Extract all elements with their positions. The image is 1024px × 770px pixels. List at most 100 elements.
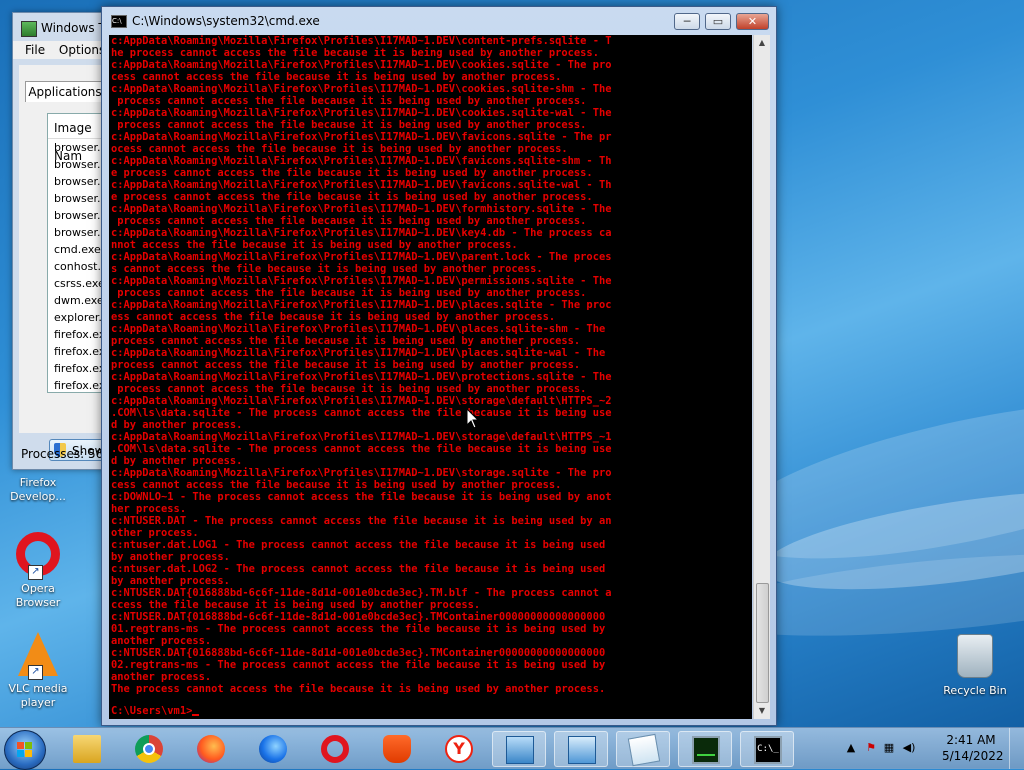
console-text: c:AppData\Roaming\Mozilla\Firefox\Profil… [109, 35, 752, 695]
task-manager-icon [692, 736, 720, 764]
brave-lion-icon [383, 735, 411, 763]
cmd-icon: C:\ [111, 15, 127, 28]
console-line: c:AppData\Roaming\Mozilla\Firefox\Profil… [111, 347, 606, 359]
taskbar-firefox-developer[interactable] [246, 731, 300, 767]
desktop-icon-label: VLC media player [8, 682, 68, 709]
task-manager-title: Windows T [41, 21, 106, 35]
console-line: other process. [111, 527, 199, 539]
command-prompt[interactable]: C:\Users\vm1> [111, 705, 200, 717]
volume-icon[interactable]: ◀) [902, 741, 916, 755]
console-line: c:DOWNLO~1 - The process cannot access t… [111, 491, 612, 503]
firefox-icon [197, 735, 225, 763]
desktop-icon-label: Firefox Develop... [10, 476, 66, 503]
recycle-bin-icon [951, 634, 999, 682]
scroll-up-arrow-icon[interactable]: ▲ [754, 35, 770, 51]
task-manager-icon [21, 21, 37, 37]
console-line: process cannot access the file because i… [111, 215, 587, 227]
start-button[interactable] [4, 730, 46, 770]
clock-date: 5/14/2022 [942, 749, 1004, 763]
console-line: another process. [111, 671, 212, 683]
console-line: ess cannot access the file because it is… [111, 311, 556, 323]
minimize-button[interactable]: ─ [674, 13, 700, 30]
console-line: process cannot access the file because i… [111, 119, 587, 131]
menu-options[interactable]: Options [59, 43, 105, 57]
vertical-scrollbar[interactable]: ▲ ▼ [753, 35, 770, 719]
scroll-down-arrow-icon[interactable]: ▼ [754, 703, 770, 719]
console-line: he process cannot access the file becaus… [111, 47, 599, 59]
opera-icon: ↗ [14, 532, 62, 580]
console-line: by another process. [111, 575, 230, 587]
console-line: d by another process. [111, 455, 243, 467]
console-line: c:AppData\Roaming\Mozilla\Firefox\Profil… [111, 371, 612, 383]
taskbar-brave[interactable] [370, 731, 424, 767]
taskbar-chrome[interactable] [122, 731, 176, 767]
taskbar-notepad[interactable] [616, 731, 670, 767]
desktop-icon-opera[interactable]: ↗ Opera Browser [0, 530, 76, 610]
chrome-icon [135, 735, 163, 763]
show-hidden-icons-icon[interactable]: ▲ [844, 741, 858, 755]
console-line: c:AppData\Roaming\Mozilla\Firefox\Profil… [111, 395, 612, 407]
notification-area: ▲ ⚑ ▦ ◀) 2:41 AM 5/14/2022 [840, 728, 1024, 769]
console-line: c:ntuser.dat.LOG2 - The process cannot a… [111, 563, 606, 575]
console-line: c:NTUSER.DAT{016888bd-6c6f-11de-8d1d-001… [111, 587, 612, 599]
console-line: .COM\ls\data.sqlite - The process cannot… [111, 407, 612, 419]
yandex-icon: Y [445, 735, 473, 763]
console-line: c:AppData\Roaming\Mozilla\Firefox\Profil… [111, 179, 612, 191]
console-line: c:AppData\Roaming\Mozilla\Firefox\Profil… [111, 131, 612, 143]
firefox-developer-icon [259, 735, 287, 763]
taskbar-cmd[interactable]: C:\_ [740, 731, 794, 767]
show-desktop-button[interactable] [1009, 728, 1024, 769]
scrollbar-thumb[interactable] [756, 583, 769, 703]
folder-icon [73, 735, 101, 763]
windows-logo-icon [17, 742, 33, 758]
console-line: ocess cannot access the file because it … [111, 143, 568, 155]
process-count-status: Processes: 56 [21, 447, 104, 461]
desktop-icon-label: Opera Browser [15, 582, 61, 609]
desktop-icon-recycle-bin[interactable]: Recycle Bin [936, 630, 1014, 698]
console-line: cess cannot access the file because it i… [111, 479, 562, 491]
taskbar-opera[interactable] [308, 731, 362, 767]
taskbar-explorer[interactable] [60, 731, 114, 767]
network-icon[interactable]: ▦ [882, 741, 896, 755]
console-line: by another process. [111, 551, 230, 563]
taskbar-control-panel[interactable] [492, 731, 546, 767]
console-line: The process cannot access the file becau… [111, 683, 606, 695]
console-line: c:AppData\Roaming\Mozilla\Firefox\Profil… [111, 323, 606, 335]
taskbar: Y C:\_ ▲ ⚑ ▦ ◀) 2:41 AM 5/14/2022 [0, 727, 1024, 770]
clock[interactable]: 2:41 AM 5/14/2022 [942, 732, 1004, 764]
menu-file[interactable]: File [25, 43, 45, 57]
console-line: c:AppData\Roaming\Mozilla\Firefox\Profil… [111, 83, 612, 95]
console-line: c:AppData\Roaming\Mozilla\Firefox\Profil… [111, 107, 612, 119]
maximize-button[interactable]: ▭ [705, 13, 731, 30]
action-center-flag-icon[interactable]: ⚑ [864, 741, 878, 755]
cmd-title: C:\Windows\system32\cmd.exe [132, 14, 320, 28]
console-line: e process cannot access the file because… [111, 191, 593, 203]
cmd-titlebar[interactable]: C:\ C:\Windows\system32\cmd.exe ─ ▭ ✕ [102, 7, 776, 35]
console-line: c:AppData\Roaming\Mozilla\Firefox\Profil… [111, 35, 612, 47]
remote-desktop-icon [568, 736, 596, 764]
console-line: c:ntuser.dat.LOG1 - The process cannot a… [111, 539, 606, 551]
taskbar-remote-desktop[interactable] [554, 731, 608, 767]
taskbar-firefox[interactable] [184, 731, 238, 767]
console-line: ccess the file because it is being used … [111, 599, 481, 611]
console-line: c:AppData\Roaming\Mozilla\Firefox\Profil… [111, 431, 612, 443]
cmd-icon: C:\_ [754, 736, 782, 764]
console-line: c:AppData\Roaming\Mozilla\Firefox\Profil… [111, 467, 612, 479]
console-line: process cannot access the file because i… [111, 287, 587, 299]
console-line: c:AppData\Roaming\Mozilla\Firefox\Profil… [111, 155, 612, 167]
console-line: c:AppData\Roaming\Mozilla\Firefox\Profil… [111, 275, 612, 287]
vlc-cone-icon: ↗ [14, 632, 62, 680]
tab-applications[interactable]: Applications [25, 81, 105, 102]
cmd-window[interactable]: C:\ C:\Windows\system32\cmd.exe ─ ▭ ✕ c:… [101, 6, 777, 726]
console-line: c:NTUSER.DAT{016888bd-6c6f-11de-8d1d-001… [111, 647, 606, 659]
console-line: c:NTUSER.DAT - The process cannot access… [111, 515, 612, 527]
console-line: c:NTUSER.DAT{016888bd-6c6f-11de-8d1d-001… [111, 611, 606, 623]
console-line: c:AppData\Roaming\Mozilla\Firefox\Profil… [111, 299, 612, 311]
console-line: process cannot access the file because i… [111, 383, 587, 395]
taskbar-task-manager[interactable] [678, 731, 732, 767]
close-button[interactable]: ✕ [736, 13, 769, 30]
console-line: process cannot access the file because i… [111, 335, 581, 347]
desktop-icon-vlc[interactable]: ↗ VLC media player [0, 632, 76, 710]
taskbar-yandex[interactable]: Y [432, 731, 486, 767]
console-output[interactable]: c:AppData\Roaming\Mozilla\Firefox\Profil… [109, 35, 752, 719]
